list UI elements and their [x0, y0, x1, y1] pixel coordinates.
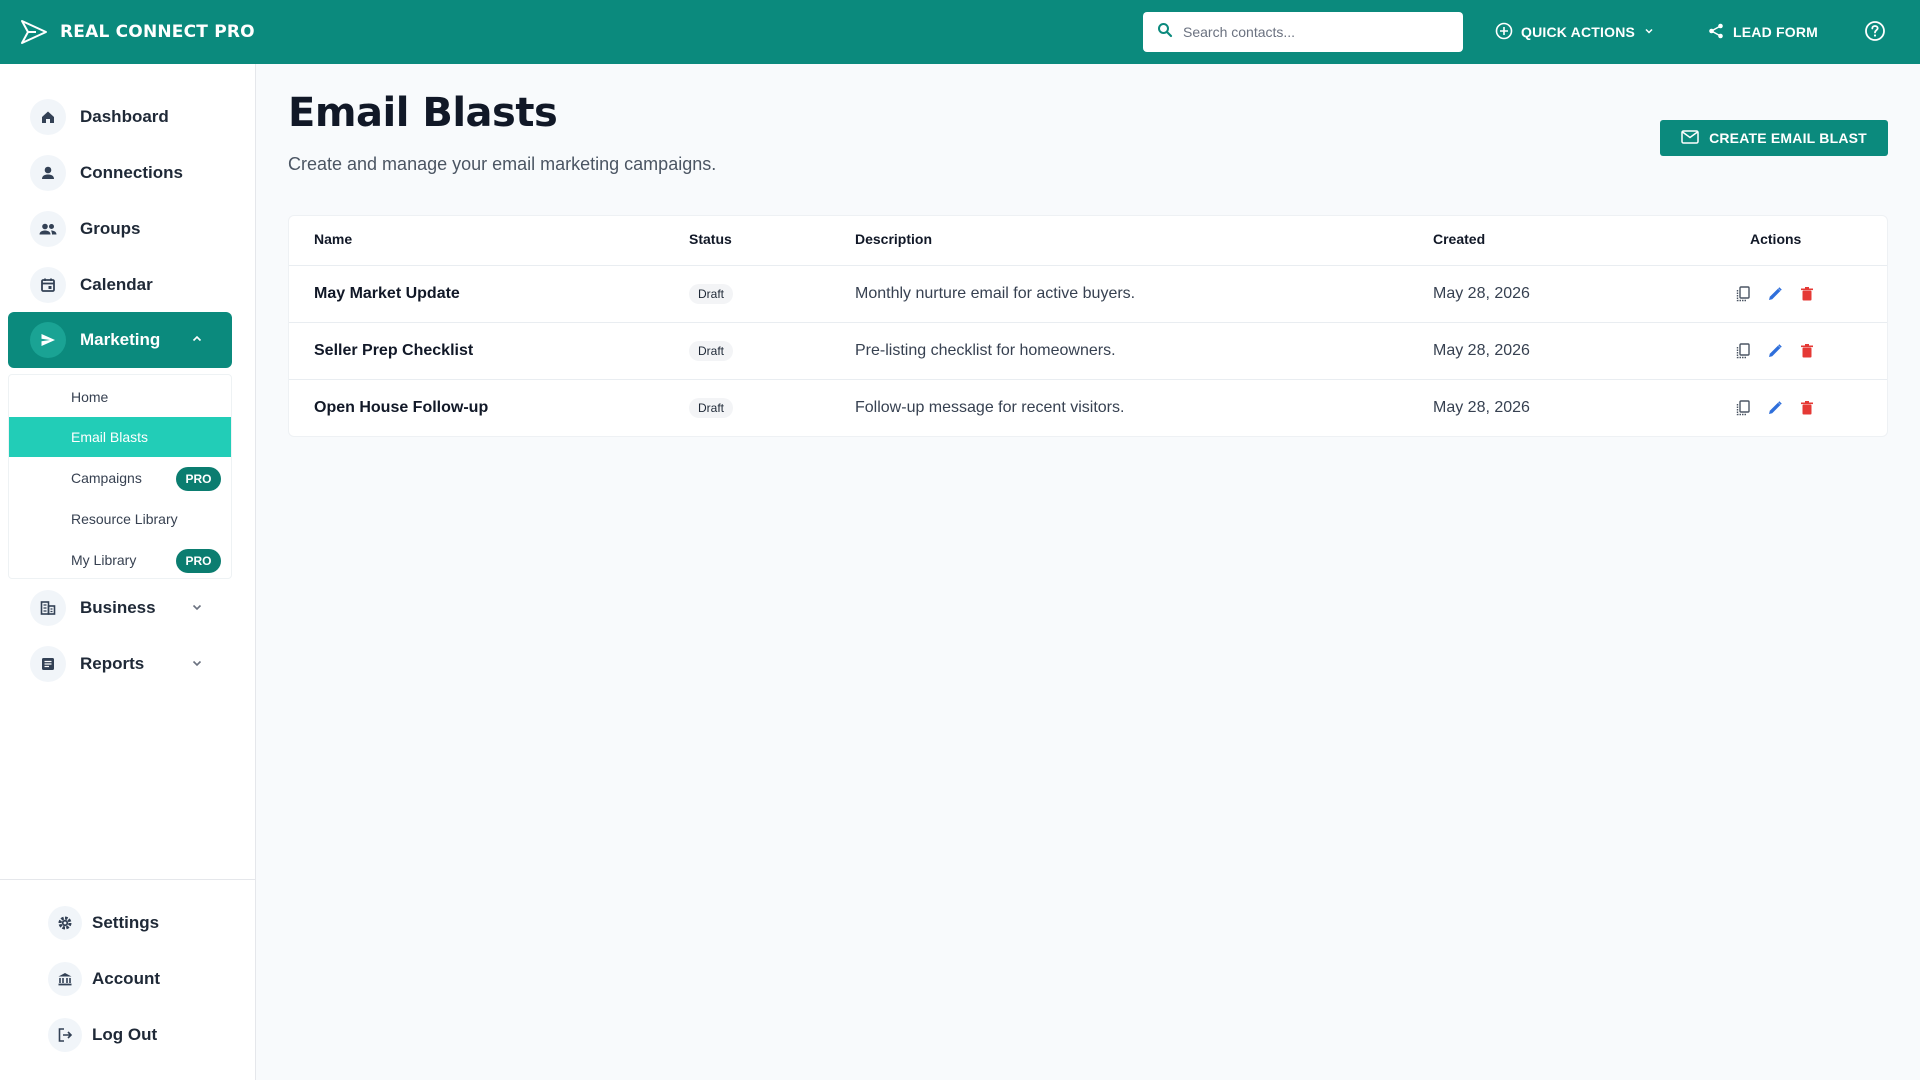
sidebar-item-calendar[interactable]: Calendar: [8, 257, 232, 313]
search-box[interactable]: [1143, 12, 1463, 52]
create-email-blast-button[interactable]: CREATE EMAIL BLAST: [1660, 120, 1888, 156]
delete-icon[interactable]: [1797, 341, 1817, 361]
help-icon: [1864, 20, 1886, 45]
submenu-item-label: Campaigns: [71, 470, 142, 486]
sidebar-item-business[interactable]: Business: [8, 580, 232, 636]
table-row[interactable]: Seller Prep Checklist Draft Pre-listing …: [289, 322, 1887, 379]
home-icon: [30, 99, 66, 135]
submenu-item-my-library[interactable]: My Library PRO: [9, 540, 231, 580]
sidebar: Dashboard Connections Groups Calendar Ma…: [0, 64, 256, 1080]
row-name: Open House Follow-up: [314, 399, 489, 416]
row-description: Monthly nurture email for active buyers.: [855, 285, 1136, 302]
marketing-submenu: Home Email Blasts Campaigns PRO Resource…: [8, 374, 232, 579]
send-icon: [30, 322, 66, 358]
status-badge: Draft: [689, 341, 734, 361]
share-icon: [1707, 22, 1725, 43]
sidebar-item-reports[interactable]: Reports: [8, 636, 232, 692]
email-blasts-table: Name Status Description Created Actions …: [288, 215, 1888, 437]
duplicate-icon[interactable]: [1733, 398, 1753, 418]
duplicate-icon[interactable]: [1733, 284, 1753, 304]
row-created: May 28, 2026: [1433, 285, 1530, 302]
sidebar-item-label: Log Out: [92, 1025, 158, 1044]
chevron-down-icon: [190, 600, 204, 619]
pro-badge: PRO: [176, 549, 221, 573]
mail-icon: [1681, 129, 1699, 147]
chevron-down-icon: [190, 656, 204, 675]
chevron-down-icon: [1643, 24, 1655, 40]
sidebar-item-label: Account: [92, 969, 160, 988]
sidebar-item-groups[interactable]: Groups: [8, 201, 232, 257]
help-button[interactable]: [1864, 0, 1886, 64]
sidebar-item-label: Reports: [80, 654, 145, 673]
quick-actions-label: QUICK ACTIONS: [1521, 24, 1636, 40]
report-icon: [30, 646, 66, 682]
sidebar-item-label: Business: [80, 598, 156, 617]
row-name: May Market Update: [314, 285, 460, 302]
column-header-status[interactable]: Status: [689, 231, 732, 247]
person-icon: [30, 155, 66, 191]
sidebar-item-label: Calendar: [80, 275, 153, 294]
create-email-blast-label: CREATE EMAIL BLAST: [1709, 130, 1867, 146]
sidebar-item-label: Marketing: [80, 330, 161, 349]
logout-icon: [48, 1018, 82, 1052]
column-header-name[interactable]: Name: [314, 231, 352, 247]
edit-icon[interactable]: [1765, 398, 1785, 418]
sidebar-item-marketing[interactable]: Marketing: [8, 312, 232, 368]
edit-icon[interactable]: [1765, 284, 1785, 304]
sidebar-item-label: Groups: [80, 219, 141, 238]
delete-icon[interactable]: [1797, 398, 1817, 418]
row-created: May 28, 2026: [1433, 399, 1530, 416]
submenu-item-label: Email Blasts: [71, 429, 149, 445]
chevron-up-icon: [190, 332, 204, 351]
sidebar-divider: [0, 879, 255, 880]
table-row[interactable]: Open House Follow-up Draft Follow-up mes…: [289, 379, 1887, 436]
sidebar-item-label: Connections: [80, 163, 183, 182]
submenu-item-label: Resource Library: [71, 511, 178, 527]
column-header-description[interactable]: Description: [855, 231, 932, 247]
sidebar-item-log-out[interactable]: Log Out: [48, 1013, 157, 1057]
submenu-item-home[interactable]: Home: [9, 377, 231, 417]
logo-icon: [18, 18, 50, 46]
row-created: May 28, 2026: [1433, 342, 1530, 359]
lead-form-label: LEAD FORM: [1733, 24, 1819, 40]
row-description: Follow-up message for recent visitors.: [855, 399, 1125, 416]
edit-icon[interactable]: [1765, 341, 1785, 361]
submenu-item-label: My Library: [71, 552, 137, 568]
sidebar-item-dashboard[interactable]: Dashboard: [8, 89, 232, 145]
page-subtitle: Create and manage your email marketing c…: [288, 154, 717, 174]
top-bar: REAL CONNECT PRO QUICK ACTIONS LEAD FORM: [0, 0, 1920, 64]
status-badge: Draft: [689, 284, 734, 304]
row-description: Pre-listing checklist for homeowners.: [855, 342, 1116, 359]
quick-actions-button[interactable]: QUICK ACTIONS: [1495, 0, 1655, 64]
delete-icon[interactable]: [1797, 284, 1817, 304]
people-icon: [30, 211, 66, 247]
brand[interactable]: REAL CONNECT PRO: [18, 18, 255, 46]
duplicate-icon[interactable]: [1733, 341, 1753, 361]
submenu-item-resource-library[interactable]: Resource Library: [9, 499, 231, 539]
gear-icon: [48, 906, 82, 940]
column-header-actions: Actions: [1750, 231, 1802, 247]
pro-badge: PRO: [176, 467, 221, 491]
business-icon: [30, 590, 66, 626]
calendar-icon: [30, 267, 66, 303]
sidebar-item-label: Settings: [92, 913, 160, 932]
search-icon: [1157, 22, 1173, 43]
column-header-created[interactable]: Created: [1433, 231, 1485, 247]
sidebar-item-account[interactable]: Account: [48, 957, 160, 1001]
table-row[interactable]: May Market Update Draft Monthly nurture …: [289, 265, 1887, 322]
search-input[interactable]: [1183, 24, 1443, 40]
sidebar-item-settings[interactable]: Settings: [48, 901, 159, 945]
sidebar-item-label: Dashboard: [80, 107, 169, 126]
add-circle-icon: [1495, 22, 1513, 43]
lead-form-button[interactable]: LEAD FORM: [1707, 0, 1818, 64]
status-badge: Draft: [689, 398, 734, 418]
app-name: REAL CONNECT PRO: [60, 22, 255, 42]
submenu-item-email-blasts[interactable]: Email Blasts: [9, 417, 231, 457]
submenu-item-label: Home: [71, 389, 109, 405]
submenu-item-campaigns[interactable]: Campaigns PRO: [9, 458, 231, 498]
sidebar-item-connections[interactable]: Connections: [8, 145, 232, 201]
bank-icon: [48, 962, 82, 996]
page-title: Email Blasts: [288, 90, 558, 136]
row-name: Seller Prep Checklist: [314, 342, 474, 359]
